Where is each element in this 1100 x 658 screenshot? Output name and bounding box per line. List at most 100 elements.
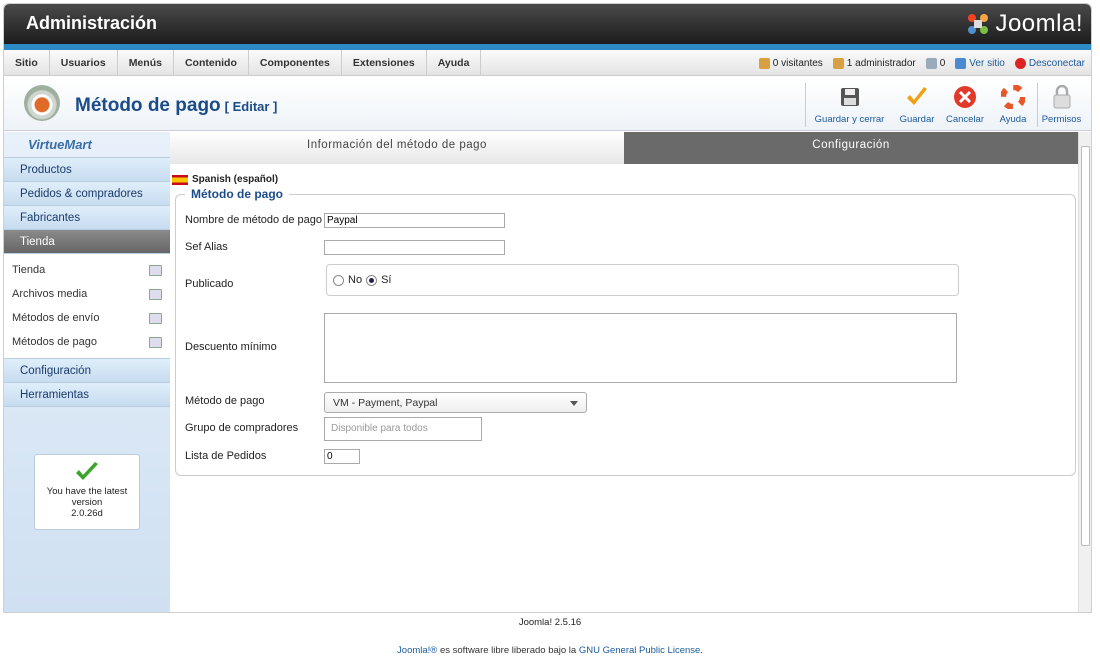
sidebar-sub-tienda[interactable]: Tienda (4, 258, 170, 282)
sidebar-sub-pago[interactable]: Métodos de pago (4, 330, 170, 354)
main-content: Información del método de pago Configura… (170, 132, 1078, 612)
published-no-label: No (348, 274, 363, 286)
cancel-icon (952, 84, 978, 110)
main-menu-bar: Sitio Usuarios Menús Contenido Component… (4, 50, 1091, 76)
permissions-label: Permisos (1041, 114, 1082, 125)
menu-ayuda[interactable]: Ayuda (427, 50, 482, 76)
sidebar-item-tienda[interactable]: Tienda (4, 230, 170, 254)
logout-icon (1014, 57, 1026, 69)
logout-link[interactable]: Desconectar (1014, 57, 1085, 69)
virtuemart-logo: VirtueMart (4, 132, 170, 158)
version-line1: You have the latest (46, 486, 128, 497)
check-icon (76, 462, 98, 480)
admin-title: Administración (26, 13, 158, 33)
save-close-label: Guardar y cerrar (814, 114, 885, 125)
dropdown-arrow-icon (570, 401, 578, 406)
view-site-text: Ver sitio (969, 57, 1005, 69)
sidebar-item-configuracion[interactable]: Configuración (4, 359, 170, 383)
method-label: Método de pago (185, 395, 265, 407)
menu-contenido[interactable]: Contenido (174, 50, 249, 76)
sub-envio-label: Métodos de envío (12, 312, 100, 324)
status-bar: 0 visitantes 1 administrador 0 Ver sitio… (758, 50, 1085, 76)
monitor-icon (955, 57, 967, 69)
tab-info[interactable]: Información del método de pago (170, 132, 624, 164)
scroll-thumb[interactable] (1081, 146, 1090, 546)
tab-bar: Información del método de pago Configura… (170, 132, 1078, 164)
messages-status[interactable]: 0 (925, 57, 946, 69)
admin-icon (832, 57, 844, 69)
payment-method-fieldset: Método de pago Nombre de método de pago … (175, 187, 1076, 476)
language-indicator: Spanish (español) (172, 174, 278, 185)
sidebar-item-pedidos[interactable]: Pedidos & compradores (4, 182, 170, 206)
menu-sitio[interactable]: Sitio (4, 50, 50, 76)
published-yes-label: Sí (381, 274, 392, 286)
sub-archivos-label: Archivos media (12, 288, 88, 300)
cancel-button[interactable]: Cancelar (941, 83, 989, 127)
published-no-radio[interactable] (333, 274, 344, 286)
toolbar-area: Método de pago[ Editar ] Guardar y cerra… (4, 77, 1091, 131)
save-label: Guardar (899, 114, 935, 125)
footer-version: Joomla! 2.5.16 (518, 617, 582, 628)
save-button[interactable]: Guardar (893, 83, 941, 127)
sidebar-sublist: Tienda Archivos media Métodos de envío M… (4, 254, 170, 359)
alias-input[interactable] (324, 240, 505, 255)
menu-componentes[interactable]: Componentes (249, 50, 342, 76)
group-label: Grupo de compradores (185, 422, 299, 434)
license-text: es software libre liberado bajo la (439, 645, 577, 656)
group-select[interactable]: Disponible para todos (324, 417, 482, 441)
page-edit-label: [ Editar ] (224, 99, 278, 114)
language-text: Spanish (español) (192, 174, 279, 185)
save-close-button[interactable]: Guardar y cerrar (805, 83, 893, 127)
published-yes-radio[interactable] (366, 274, 378, 286)
fieldset-legend: Método de pago (185, 187, 289, 201)
sidebar: VirtueMart Productos Pedidos & comprador… (4, 132, 170, 612)
admin-window: Administración Joomla! Sitio Usuarios Me… (3, 3, 1092, 613)
version-number: 2.0.26d (71, 508, 103, 519)
footer-license: Joomla!® es software libre liberado bajo… (0, 645, 1100, 656)
permissions-button[interactable]: Permisos (1037, 83, 1085, 127)
joomla-link[interactable]: Joomla!® (397, 645, 437, 656)
checkmark-icon (904, 84, 930, 110)
lock-icon (1049, 84, 1075, 110)
sidebar-sub-archivos[interactable]: Archivos media (4, 282, 170, 306)
admins-text: 1 administrador (846, 57, 916, 69)
cancel-label: Cancelar (945, 114, 985, 125)
name-label: Nombre de método de pago (185, 214, 322, 226)
version-box: You have the latest version 2.0.26d (34, 454, 140, 530)
spain-flag-icon (172, 174, 188, 185)
sidebar-item-productos[interactable]: Productos (4, 158, 170, 182)
visitors-text: 0 visitantes (772, 57, 823, 69)
sidebar-sub-envio[interactable]: Métodos de envío (4, 306, 170, 330)
alias-label: Sef Alias (185, 241, 228, 253)
page-title-text: Método de pago (75, 95, 221, 116)
published-radio-group: No Sí (326, 264, 959, 296)
admins-status: 1 administrador (832, 57, 916, 69)
floppy-icon (837, 84, 863, 110)
messages-count: 0 (939, 57, 946, 69)
sidebar-item-fabricantes[interactable]: Fabricantes (4, 206, 170, 230)
discount-label: Descuento mínimo (185, 341, 277, 353)
vertical-scrollbar[interactable] (1078, 132, 1091, 612)
tab-configuracion[interactable]: Configuración (624, 132, 1078, 164)
payment-icon (149, 336, 162, 348)
sub-pago-label: Métodos de pago (12, 336, 98, 348)
name-input[interactable] (324, 213, 505, 228)
menu-extensiones[interactable]: Extensiones (342, 50, 427, 76)
discount-textarea[interactable] (324, 313, 957, 383)
joomla-icon (968, 14, 989, 34)
logout-text: Desconectar (1028, 57, 1085, 69)
view-site-link[interactable]: Ver sitio (955, 57, 1005, 69)
visitors-icon (758, 57, 770, 69)
gpl-link[interactable]: GNU General Public License (579, 645, 700, 656)
mail-icon (925, 57, 937, 69)
store-icon (149, 264, 162, 276)
menu-menus[interactable]: Menús (118, 50, 174, 76)
sidebar-item-herramientas[interactable]: Herramientas (4, 383, 170, 407)
method-select[interactable]: VM - Payment, Paypal (324, 392, 587, 413)
toolbar-buttons: Guardar y cerrar Guardar Cancelar Ayuda … (805, 83, 1085, 127)
orders-input[interactable] (324, 449, 360, 464)
help-button[interactable]: Ayuda (989, 83, 1037, 127)
help-label: Ayuda (999, 114, 1027, 125)
menu-usuarios[interactable]: Usuarios (50, 50, 118, 76)
payment-method-icon (24, 85, 60, 121)
